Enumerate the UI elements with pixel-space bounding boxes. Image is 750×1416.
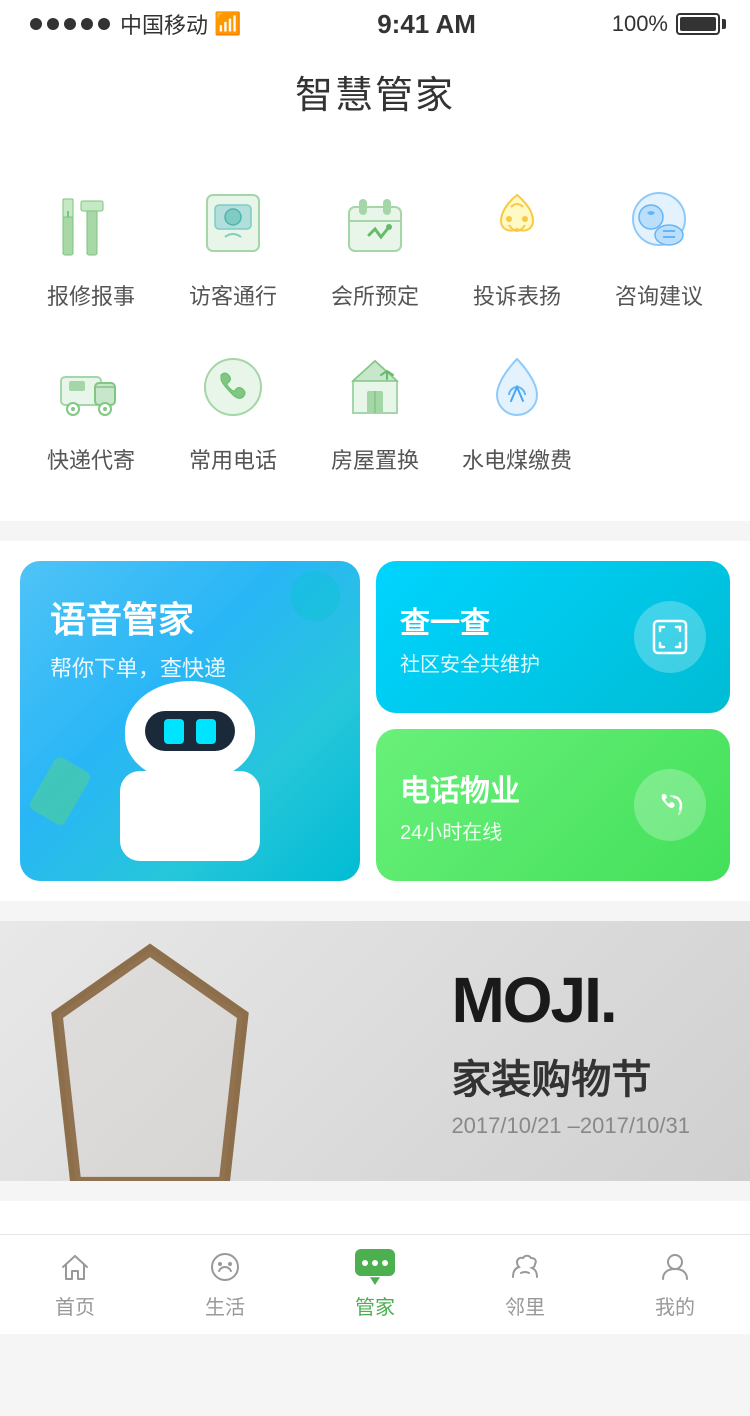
service-repair[interactable]: 报修报事 bbox=[20, 163, 162, 327]
banner-mirror-graphic bbox=[30, 941, 270, 1181]
query-icon bbox=[634, 601, 706, 673]
service-visitor[interactable]: 访客通行 bbox=[162, 163, 304, 327]
query-card[interactable]: 查一查 社区安全共维护 bbox=[376, 561, 730, 713]
nav-butler-label: 管家 bbox=[355, 1291, 395, 1320]
nav-life-label: 生活 bbox=[205, 1291, 245, 1320]
banner-brand: MOJI. bbox=[451, 963, 690, 1037]
house-label: 房屋置换 bbox=[331, 443, 419, 475]
consult-icon bbox=[615, 179, 703, 267]
courier-icon bbox=[47, 343, 135, 431]
status-right: 100% bbox=[612, 11, 720, 37]
service-phone[interactable]: 常用电话 bbox=[162, 327, 304, 491]
battery-percent: 100% bbox=[612, 11, 668, 37]
courier-label: 快递代寄 bbox=[47, 443, 135, 475]
nav-mine-label: 我的 bbox=[655, 1291, 695, 1320]
call-property-icon bbox=[634, 769, 706, 841]
neighborhood-nav-icon bbox=[507, 1249, 543, 1285]
robot-figure bbox=[80, 681, 300, 881]
feature-section: 语音管家 帮你下单，查快递 查一查 社区安全共维护 bbox=[0, 541, 750, 901]
mine-nav-icon bbox=[657, 1249, 693, 1285]
voice-assistant-subtitle: 帮你下单，查快递 bbox=[50, 651, 226, 683]
robot-body bbox=[120, 771, 260, 861]
page-title: 智慧管家 bbox=[0, 64, 750, 119]
bottom-nav: 首页 生活 管家 邻里 bbox=[0, 1234, 750, 1334]
nav-mine[interactable]: 我的 bbox=[600, 1235, 750, 1334]
time-display: 9:41 AM bbox=[377, 9, 476, 40]
club-icon bbox=[331, 179, 419, 267]
banner-text: MOJI. 家装购物节 2017/10/21 –2017/10/31 bbox=[451, 963, 690, 1139]
nav-home-label: 首页 bbox=[55, 1291, 95, 1320]
nav-home[interactable]: 首页 bbox=[0, 1235, 150, 1334]
nav-neighborhood-label: 邻里 bbox=[505, 1291, 545, 1320]
service-club[interactable]: 会所预定 bbox=[304, 163, 446, 327]
service-consult[interactable]: 咨询建议 bbox=[588, 163, 730, 327]
status-bar: 中国移动 📶 9:41 AM 100% bbox=[0, 0, 750, 44]
page-header: 智慧管家 bbox=[0, 44, 750, 143]
repair-icon bbox=[47, 179, 135, 267]
consult-label: 咨询建议 bbox=[615, 279, 703, 311]
nav-neighborhood[interactable]: 邻里 bbox=[450, 1235, 600, 1334]
complaint-icon bbox=[473, 179, 561, 267]
robot-eye-left bbox=[164, 719, 184, 744]
banner-title: 家装购物节 bbox=[451, 1047, 690, 1105]
services-section: 报修报事 访客通行 bbox=[0, 143, 750, 521]
call-property-card[interactable]: 电话物业 24小时在线 bbox=[376, 729, 730, 881]
phone-icon-wrap bbox=[189, 343, 277, 431]
voice-assistant-title: 语音管家 bbox=[50, 591, 226, 643]
service-house[interactable]: 房屋置换 bbox=[304, 327, 446, 491]
geo-decoration-circle bbox=[290, 571, 340, 621]
services-grid-row1: 报修报事 访客通行 bbox=[0, 163, 750, 491]
divider-1 bbox=[0, 521, 750, 541]
service-complaint[interactable]: 投诉表扬 bbox=[446, 163, 588, 327]
service-utility[interactable]: 水电煤缴费 bbox=[446, 327, 588, 491]
battery-icon bbox=[676, 13, 720, 35]
signal-dots bbox=[30, 18, 110, 30]
service-courier[interactable]: 快递代寄 bbox=[20, 327, 162, 491]
house-icon bbox=[331, 343, 419, 431]
nav-life[interactable]: 生活 bbox=[150, 1235, 300, 1334]
robot-visor bbox=[145, 711, 235, 751]
wifi-icon: 📶 bbox=[214, 11, 241, 37]
utility-label: 水电煤缴费 bbox=[462, 443, 572, 475]
club-label: 会所预定 bbox=[331, 279, 419, 311]
robot-eye-right bbox=[196, 719, 216, 744]
nav-butler[interactable]: 管家 bbox=[300, 1235, 450, 1334]
home-nav-icon bbox=[57, 1249, 93, 1285]
feature-right-cards: 查一查 社区安全共维护 电话物业 24小时在线 bbox=[376, 561, 730, 881]
life-nav-icon bbox=[207, 1249, 243, 1285]
butler-nav-icon bbox=[353, 1249, 397, 1285]
robot-head bbox=[125, 681, 255, 781]
status-left: 中国移动 📶 bbox=[30, 8, 241, 40]
banner-section[interactable]: MOJI. 家装购物节 2017/10/21 –2017/10/31 bbox=[0, 921, 750, 1181]
utility-icon bbox=[473, 343, 561, 431]
carrier-label: 中国移动 bbox=[120, 8, 208, 40]
repair-label: 报修报事 bbox=[47, 279, 135, 311]
banner-date: 2017/10/21 –2017/10/31 bbox=[451, 1113, 690, 1139]
voice-assistant-card[interactable]: 语音管家 帮你下单，查快递 bbox=[20, 561, 360, 881]
voice-assistant-content: 语音管家 帮你下单，查快递 bbox=[50, 591, 226, 683]
complaint-label: 投诉表扬 bbox=[473, 279, 561, 311]
phone-label: 常用电话 bbox=[189, 443, 277, 475]
visitor-label: 访客通行 bbox=[189, 279, 277, 311]
visitor-icon bbox=[189, 179, 277, 267]
